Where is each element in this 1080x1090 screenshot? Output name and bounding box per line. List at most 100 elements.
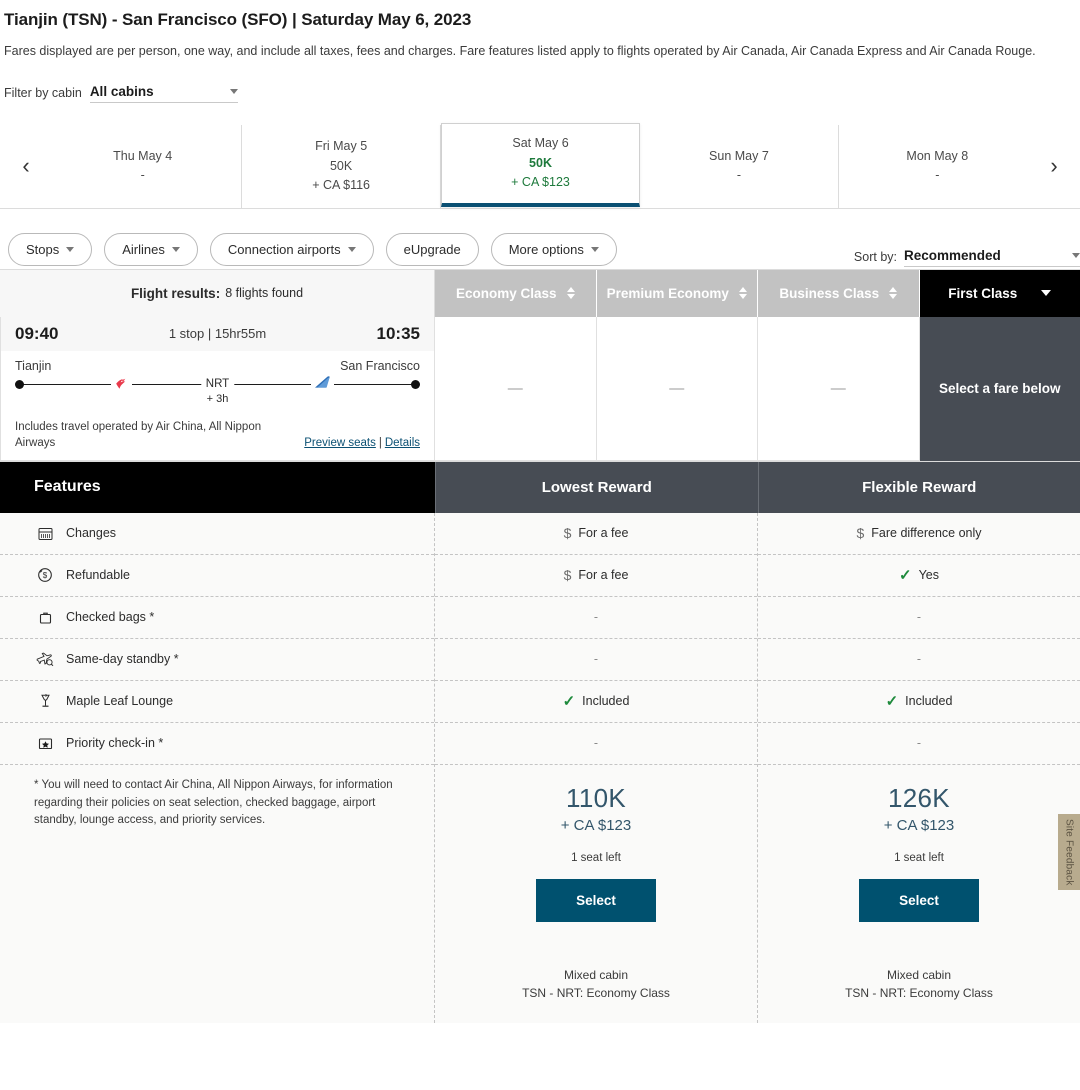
cabin-filter-select[interactable]: All cabins bbox=[89, 83, 238, 103]
operated-by-note: Includes travel operated by Air China, A… bbox=[15, 420, 262, 449]
departure-time: 09:40 bbox=[15, 323, 59, 343]
filter-pill-label: Stops bbox=[26, 242, 60, 258]
sort-arrows-icon[interactable] bbox=[889, 287, 898, 300]
fare-cell-premium-economy[interactable]: — bbox=[596, 316, 758, 461]
price-block-lowest-reward: 110K + CA $123 1 seat left Select Mixed … bbox=[435, 765, 757, 1023]
feature-value-cell: ✓ Yes bbox=[758, 555, 1080, 597]
priority-star-icon bbox=[34, 734, 56, 752]
destination-city: San Francisco bbox=[340, 358, 420, 373]
filter-bar: Stops Airlines Connection airports eUpgrade… bbox=[0, 209, 1080, 269]
flight-duration-stops: 1 stop | 15hr55m bbox=[168, 326, 267, 342]
price-points: 126K bbox=[888, 782, 950, 813]
select-button-lowest-reward[interactable]: Select bbox=[536, 878, 656, 922]
calendar-icon bbox=[34, 524, 56, 542]
date-cell-0[interactable]: Thu May 4 - bbox=[44, 124, 243, 208]
feature-value-text: - bbox=[916, 736, 922, 751]
feature-value-text: For a fee bbox=[578, 568, 629, 583]
filter-pill-stops[interactable]: Stops bbox=[8, 233, 93, 267]
feature-row: Priority check-in * bbox=[0, 723, 434, 765]
check-icon: ✓ bbox=[885, 693, 899, 711]
stop-label: NRT + 3h bbox=[200, 376, 235, 407]
results-header: Flight results: 8 flights found Economy … bbox=[0, 268, 1080, 317]
feature-row: $ Refundable bbox=[0, 555, 434, 597]
feature-value-text: - bbox=[916, 652, 922, 667]
preview-seats-link[interactable]: Preview seats bbox=[304, 437, 376, 449]
date-cell-1[interactable]: Fri May 5 50K + CA $116 bbox=[242, 124, 441, 208]
date-cell-day: Sat May 6 bbox=[512, 136, 569, 151]
fare-cell-economy[interactable]: — bbox=[435, 316, 597, 461]
chevron-down-icon[interactable] bbox=[1041, 290, 1052, 297]
filter-pill-more-options[interactable]: More options bbox=[490, 233, 617, 267]
feature-label: Priority check-in * bbox=[66, 736, 164, 751]
site-feedback-tab[interactable]: Site Feedback bbox=[1058, 814, 1080, 890]
filter-pill-label: More options bbox=[508, 242, 584, 258]
feature-label: Same-day standby * bbox=[66, 652, 179, 667]
cabin-tab-premium-economy[interactable]: Premium Economy bbox=[596, 269, 758, 317]
flight-results-count: Flight results: 8 flights found bbox=[0, 269, 435, 317]
date-cell-4[interactable]: Mon May 8 - bbox=[839, 125, 1036, 208]
filter-pill-airlines[interactable]: Airlines bbox=[104, 233, 198, 267]
date-cell-2[interactable]: Sat May 6 50K + CA $123 bbox=[440, 122, 641, 207]
sort-arrows-icon[interactable] bbox=[738, 287, 747, 300]
feature-label: Checked bags * bbox=[66, 610, 155, 625]
feature-value-cell: - bbox=[758, 723, 1080, 765]
svg-text:$: $ bbox=[43, 571, 48, 580]
fare-cell-business[interactable]: — bbox=[758, 316, 920, 461]
date-cell-3[interactable]: Sun May 7 - bbox=[640, 124, 839, 208]
feature-value-cell: - bbox=[435, 639, 757, 681]
chevron-down-icon bbox=[229, 88, 238, 94]
select-button-flexible-reward[interactable]: Select bbox=[859, 878, 979, 922]
flight-times: 09:40 1 stop | 15hr55m 10:35 bbox=[1, 316, 434, 351]
cabin-tab-group: Economy Class Premium Economy Business Cla… bbox=[435, 269, 1080, 317]
feature-value-cell: $ Fare difference only bbox=[758, 513, 1080, 555]
filter-pill-connection-airports[interactable]: Connection airports bbox=[209, 233, 374, 267]
seats-left: 1 seat left bbox=[571, 851, 621, 864]
feature-value-cell: - bbox=[435, 597, 757, 639]
details-link[interactable]: Details bbox=[385, 437, 420, 449]
date-cell-points: - bbox=[140, 168, 145, 183]
feature-row: Checked bags * bbox=[0, 597, 434, 639]
cabin-tab-label: Economy Class bbox=[455, 285, 557, 301]
cabin-tab-label: First Class bbox=[948, 285, 1018, 301]
feature-value-cell: ✓ Included bbox=[435, 681, 757, 723]
filter-pill-eupgrade[interactable]: eUpgrade bbox=[385, 233, 479, 267]
mixed-cabin-detail: TSN - NRT: Economy Class bbox=[845, 985, 993, 1000]
sort-arrows-icon[interactable] bbox=[566, 287, 575, 300]
feature-value-text: Yes bbox=[918, 568, 939, 583]
fare-disclaimer: Fares displayed are per person, one way,… bbox=[4, 44, 1036, 58]
date-cell-points: - bbox=[736, 168, 741, 183]
fare-values-lowest-reward: $ For a fee $ For a fee - - ✓ Included - 110K + … bbox=[435, 512, 758, 1023]
cabin-tab-economy-class[interactable]: Economy Class bbox=[435, 269, 597, 317]
cabin-tab-label: Business Class bbox=[779, 285, 880, 301]
features-footnote: * You will need to contact Air China, Al… bbox=[34, 778, 393, 827]
all-nippon-airways-logo-icon bbox=[311, 375, 334, 394]
lounge-glass-icon bbox=[34, 692, 56, 710]
flight-itinerary[interactable]: 09:40 1 stop | 15hr55m 10:35 Tianjin San… bbox=[0, 316, 435, 461]
cabin-filter-value: All cabins bbox=[89, 83, 154, 99]
arrival-time: 10:35 bbox=[376, 323, 420, 343]
date-next-arrow[interactable]: › bbox=[1042, 153, 1066, 179]
sort-by-value: Recommended bbox=[904, 247, 1001, 263]
features-label-column: Changes $ Refundable Checked bags * Same-day… bbox=[0, 512, 435, 1023]
suitcase-icon bbox=[34, 608, 56, 626]
mixed-cabin-note: Mixed cabin TSN - NRT: Economy Class bbox=[845, 966, 993, 1002]
feature-value-cell: $ For a fee bbox=[435, 513, 757, 555]
date-cell-points: 50K bbox=[329, 158, 353, 173]
date-prev-arrow[interactable]: ‹ bbox=[14, 153, 38, 179]
fare-column-lowest-reward: Lowest Reward bbox=[435, 461, 758, 513]
cabin-tab-first-class[interactable]: First Class bbox=[919, 269, 1080, 317]
cabin-tab-business-class[interactable]: Business Class bbox=[758, 269, 920, 317]
feature-value-text: Included bbox=[582, 694, 630, 709]
feature-value-text: - bbox=[593, 610, 599, 625]
feature-value-text: For a fee bbox=[578, 526, 629, 541]
feature-value-text: - bbox=[916, 610, 922, 625]
price-cash: + CA $123 bbox=[883, 816, 955, 834]
date-carousel: ‹ › Thu May 4 - Fri May 5 50K + CA $116 Sat M… bbox=[0, 122, 1080, 209]
feature-value-text: Fare difference only bbox=[871, 526, 982, 541]
date-cell-day: Sun May 7 bbox=[709, 148, 769, 163]
feature-values-list: $ For a fee $ For a fee - - ✓ Included - bbox=[435, 513, 757, 765]
origin-city: Tianjin bbox=[15, 358, 52, 373]
features-rows: Changes $ Refundable Checked bags * Same-day… bbox=[0, 513, 434, 765]
sort-by-select[interactable]: Recommended bbox=[904, 248, 1080, 267]
features-header: Features Lowest Reward Flexible Reward bbox=[0, 461, 1080, 513]
